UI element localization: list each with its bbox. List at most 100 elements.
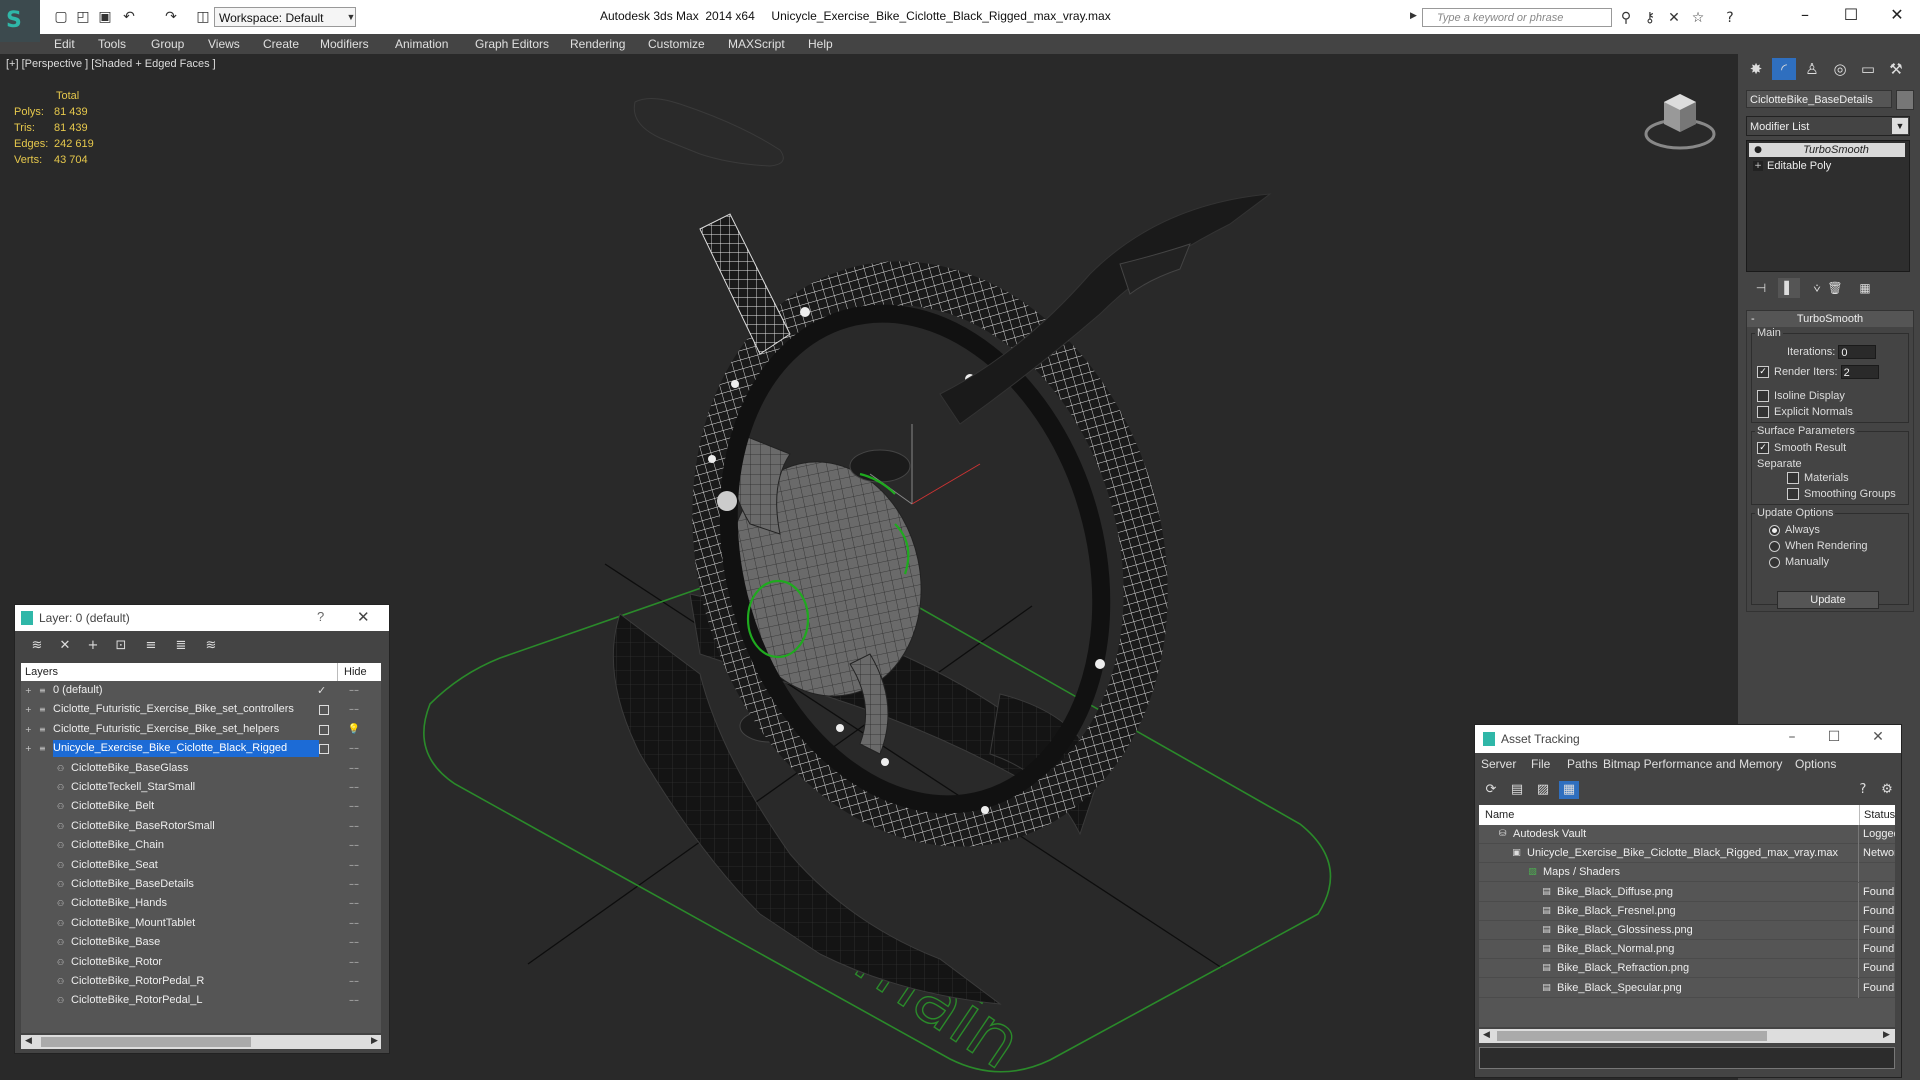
maximize-button[interactable]: ☐: [1819, 729, 1849, 745]
layer-name[interactable]: CiclotteBike_Rotor: [71, 954, 166, 971]
chevron-down-icon[interactable]: ▼: [344, 7, 358, 27]
menu-graph-editors[interactable]: Graph Editors: [475, 34, 549, 54]
save-file-icon[interactable]: ▣: [96, 9, 114, 25]
hide-toggle[interactable]: ––: [344, 759, 364, 778]
asset-row[interactable]: ▤ Bike_Black_Diffuse.png Found: [1479, 882, 1895, 902]
menu-help[interactable]: Help: [808, 34, 833, 54]
thumbnail-view-icon[interactable]: ▨: [1533, 781, 1553, 799]
menu-customize[interactable]: Customize: [648, 34, 705, 54]
layer-row[interactable]: + ≡ Ciclotte_Futuristic_Exercise_Bike_set_…: [21, 700, 381, 719]
layer-row[interactable]: + ≡ Ciclotte_Futuristic_Exercise_Bike_set_…: [21, 720, 381, 739]
remove-modifier-icon[interactable]: 🗑: [1824, 278, 1846, 298]
layer-row[interactable]: ⚇ CiclotteBike_BaseDetails ––: [21, 875, 381, 894]
open-file-icon[interactable]: ◰: [74, 9, 92, 25]
render-iters-checkbox[interactable]: ✓: [1757, 366, 1769, 379]
object-color-swatch[interactable]: [1896, 90, 1914, 110]
asset-row[interactable]: ⛁ Autodesk Vault Logged: [1479, 825, 1895, 844]
isoline-checkbox[interactable]: [1757, 390, 1769, 403]
layer-row[interactable]: + ≡ 0 (default) ✓ ––: [21, 681, 381, 700]
always-row[interactable]: Always: [1769, 523, 1820, 537]
show-end-result-icon[interactable]: ▌: [1778, 278, 1800, 298]
scrollbar-thumb[interactable]: [1497, 1031, 1767, 1041]
viewcube-icon[interactable]: [1640, 84, 1720, 154]
set-current-checkbox[interactable]: [319, 724, 329, 735]
utilities-tab-icon[interactable]: ⚒: [1884, 58, 1908, 80]
delete-layer-icon[interactable]: ✕: [55, 637, 75, 655]
layer-name[interactable]: 0 (default): [53, 682, 107, 699]
when-rendering-radio[interactable]: [1769, 540, 1780, 552]
subscription-icon[interactable]: ⚷: [1641, 9, 1659, 27]
render-iters-spinner[interactable]: 2: [1840, 365, 1879, 380]
close-button[interactable]: ✕: [1874, 0, 1920, 30]
manually-radio[interactable]: [1769, 556, 1780, 568]
always-radio[interactable]: [1769, 524, 1780, 536]
stack-item-turbosmooth[interactable]: ● TurboSmooth: [1749, 143, 1905, 157]
create-tab-icon[interactable]: ✸: [1744, 58, 1768, 80]
layer-name[interactable]: CiclotteBike_RotorPedal_R: [71, 973, 208, 990]
asset-menu-server[interactable]: Server: [1481, 757, 1516, 771]
scrollbar-thumb[interactable]: [41, 1037, 251, 1047]
expand-plus-icon[interactable]: +: [25, 725, 34, 734]
list-view-icon[interactable]: ▤: [1507, 781, 1527, 799]
lightbulb-icon[interactable]: ●: [1753, 145, 1763, 155]
hide-toggle[interactable]: ––: [344, 991, 364, 1010]
project-folder-icon[interactable]: ◫: [194, 9, 212, 25]
layer-dialog-titlebar[interactable]: Layer: 0 (default) ? ✕: [15, 605, 389, 631]
minimize-button[interactable]: –: [1777, 729, 1807, 745]
smooth-result-checkbox[interactable]: ✓: [1757, 442, 1769, 455]
layer-row[interactable]: ⚇ CiclotteBike_Base ––: [21, 933, 381, 952]
rollout-header[interactable]: - TurboSmooth: [1747, 311, 1913, 327]
asset-row[interactable]: ▤ Bike_Black_Specular.png Found: [1479, 978, 1895, 998]
expand-plus-icon[interactable]: +: [1753, 161, 1763, 171]
layer-row[interactable]: ⚇ CiclotteBike_Hands ––: [21, 894, 381, 913]
smooth-result-row[interactable]: ✓ Smooth Result: [1757, 441, 1846, 455]
lightbulb-icon[interactable]: 💡: [344, 720, 364, 739]
hide-toggle[interactable]: ––: [344, 933, 364, 952]
menu-tools[interactable]: Tools: [98, 34, 126, 54]
menu-modifiers[interactable]: Modifiers: [320, 34, 369, 54]
expand-plus-icon[interactable]: +: [25, 705, 34, 714]
layer-row[interactable]: ⚇ CiclotteBike_Seat ––: [21, 856, 381, 875]
menu-create[interactable]: Create: [263, 34, 299, 54]
hide-toggle[interactable]: ––: [344, 972, 364, 991]
search-expand-icon[interactable]: ▶: [1410, 10, 1417, 21]
pin-stack-icon[interactable]: ⊣: [1750, 278, 1772, 298]
when-rendering-row[interactable]: When Rendering: [1769, 539, 1868, 553]
refresh-icon[interactable]: ⟳: [1481, 781, 1501, 799]
horizontal-scrollbar[interactable]: ◀ ▶: [1479, 1029, 1895, 1043]
configure-sets-icon[interactable]: ▦: [1854, 278, 1876, 298]
menu-views[interactable]: Views: [208, 34, 240, 54]
set-current-checkbox[interactable]: [319, 744, 329, 755]
settings-icon[interactable]: ⚙: [1877, 781, 1897, 799]
help-icon[interactable]: ?: [317, 609, 324, 624]
modifier-list-dropdown[interactable]: Modifier List: [1746, 116, 1910, 136]
asset-row[interactable]: ▤ Bike_Black_Glossiness.png Found: [1479, 921, 1895, 940]
layer-name[interactable]: CiclotteBike_Seat: [71, 857, 162, 874]
asset-menu-paths[interactable]: Paths: [1567, 757, 1598, 771]
manually-row[interactable]: Manually: [1769, 555, 1829, 569]
highlight-layer-icon[interactable]: ≡: [141, 637, 161, 655]
layer-row[interactable]: ⚇ CiclotteBike_MountTablet ––: [21, 914, 381, 933]
hide-toggle[interactable]: ––: [344, 836, 364, 855]
asset-menu-bitmap[interactable]: Bitmap Performance and Memory: [1603, 757, 1782, 771]
asset-dialog-titlebar[interactable]: Asset Tracking – ☐ ✕: [1475, 725, 1901, 753]
asset-row[interactable]: ▤ Bike_Black_Normal.png Found: [1479, 940, 1895, 960]
hide-toggle[interactable]: ––: [344, 681, 364, 700]
motion-tab-icon[interactable]: ◎: [1828, 58, 1852, 80]
asset-menu-file[interactable]: File: [1531, 757, 1550, 771]
layer-name[interactable]: CiclotteTeckell_StarSmall: [71, 779, 199, 796]
freeze-all-icon[interactable]: ≋: [201, 637, 221, 655]
layer-name[interactable]: CiclotteBike_Hands: [71, 895, 171, 912]
layer-name[interactable]: Ciclotte_Futuristic_Exercise_Bike_set_co…: [53, 701, 298, 718]
layer-row[interactable]: ⚇ CiclotteBike_RotorPedal_L ––: [21, 991, 381, 1010]
col-layers-header[interactable]: Layers: [25, 663, 58, 681]
layer-name[interactable]: CiclotteBike_Belt: [71, 798, 158, 815]
layer-row[interactable]: ⚇ CiclotteBike_BaseGlass ––: [21, 759, 381, 778]
undo-icon[interactable]: ↶: [120, 9, 138, 25]
expand-plus-icon[interactable]: +: [25, 744, 34, 753]
layer-name[interactable]: CiclotteBike_BaseRotorSmall: [71, 818, 219, 835]
explicit-normals-row[interactable]: Explicit Normals: [1757, 405, 1853, 419]
hide-toggle[interactable]: ––: [344, 875, 364, 894]
col-status-header[interactable]: Status: [1859, 805, 1895, 825]
horizontal-scrollbar[interactable]: ◀ ▶: [21, 1035, 381, 1049]
